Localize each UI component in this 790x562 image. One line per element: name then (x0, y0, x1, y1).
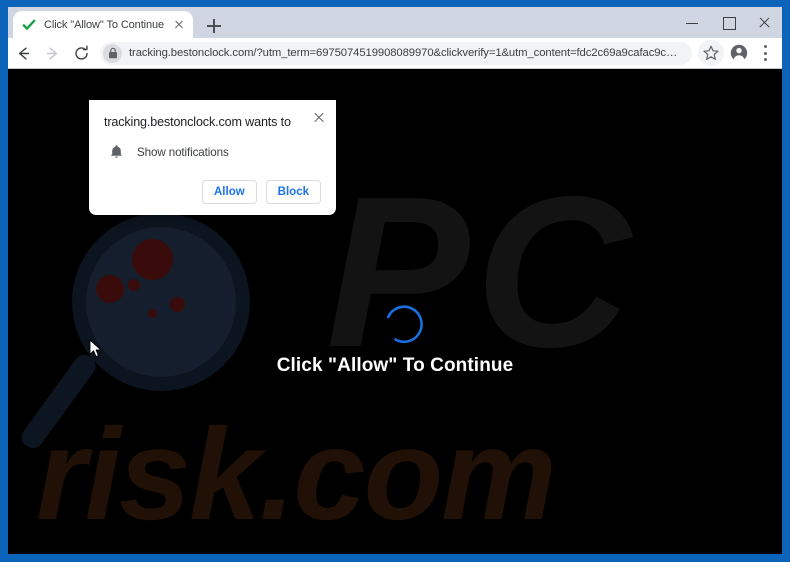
pc-watermark: PC (326, 151, 637, 392)
address-bar[interactable]: tracking.bestonclock.com/?utm_term=69750… (100, 41, 692, 65)
block-button[interactable]: Block (265, 180, 321, 205)
tab-strip: Click "Allow" To Continue (8, 7, 782, 38)
browser-toolbar: tracking.bestonclock.com/?utm_term=69750… (8, 38, 782, 69)
dialog-close-icon[interactable] (311, 109, 327, 125)
bell-icon (109, 144, 124, 160)
browser-tab[interactable]: Click "Allow" To Continue (13, 11, 193, 38)
dialog-title: tracking.bestonclock.com wants to (104, 115, 291, 129)
germ-circle (128, 279, 140, 291)
forward-arrow-icon[interactable] (39, 40, 66, 67)
notification-permission-dialog: tracking.bestonclock.com wants to Show n… (89, 100, 336, 216)
back-arrow-icon[interactable] (10, 40, 37, 67)
page-message: Click "Allow" To Continue (276, 355, 514, 376)
tab-title: Click "Allow" To Continue (44, 18, 165, 31)
green-checkmark-icon (22, 18, 36, 32)
window-close-button[interactable] (746, 7, 782, 38)
three-dot-menu-icon[interactable] (752, 40, 778, 66)
tab-close-icon[interactable] (171, 17, 187, 33)
browser-window: Click "Allow" To Continue tracking.besto… (8, 7, 782, 554)
risk-com-watermark: risk.com (36, 401, 557, 547)
url-text: tracking.bestonclock.com/?utm_term=69750… (129, 47, 682, 59)
page-content: PC risk.com Click "Allow" To Continue tr… (8, 69, 782, 554)
germ-circle (96, 275, 124, 303)
permission-row: Show notifications (104, 144, 321, 160)
lock-icon[interactable] (103, 43, 122, 63)
star-icon[interactable] (698, 40, 724, 66)
permission-label: Show notifications (137, 145, 229, 159)
screenshot-blue-frame: Click "Allow" To Continue tracking.besto… (0, 0, 790, 562)
window-minimize-button[interactable] (674, 7, 710, 38)
germ-circle (132, 239, 173, 280)
account-avatar-icon[interactable] (726, 40, 752, 66)
allow-button[interactable]: Allow (202, 180, 257, 205)
loading-spinner (378, 297, 430, 349)
new-tab-button[interactable] (203, 15, 225, 37)
dialog-actions: Allow Block (104, 180, 321, 205)
reload-icon[interactable] (68, 40, 95, 67)
germ-circle (148, 309, 157, 318)
mouse-cursor (89, 339, 103, 359)
window-maximize-button[interactable] (710, 7, 746, 38)
germ-circle (170, 297, 185, 312)
window-controls (674, 7, 782, 38)
